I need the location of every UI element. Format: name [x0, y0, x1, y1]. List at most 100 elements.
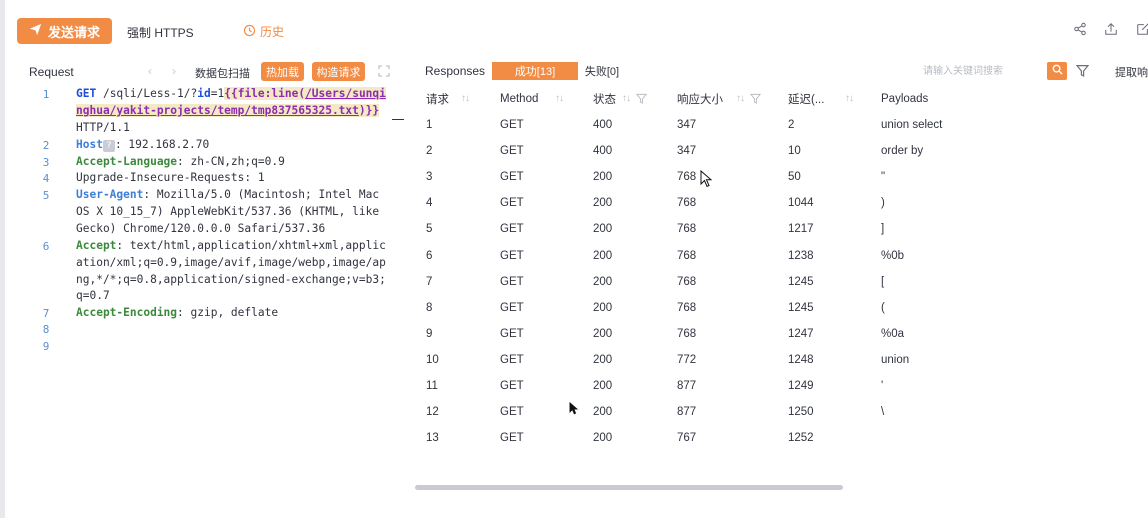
header-line: Upgrade-Insecure-Requests: 1 [76, 171, 265, 184]
table-row[interactable]: 5 GET 200 768 1217] [415, 216, 1070, 242]
cell-index: 6 [426, 249, 433, 262]
cell-status: 200 [593, 406, 613, 419]
upload-icon[interactable] [1104, 22, 1118, 36]
cell-status: 200 [593, 379, 613, 392]
line-number: 8 [42, 323, 50, 336]
sort-icon[interactable]: ↑↓ [461, 93, 470, 104]
header-value: : 192.168.2.70 [114, 138, 210, 151]
edit-icon[interactable] [1136, 22, 1148, 36]
cell-status: 200 [593, 197, 613, 210]
cell-size: 768 [677, 223, 697, 236]
line-number: 6 [42, 240, 50, 253]
table-row[interactable]: 9 GET 200 768 1247 %0a [415, 321, 1070, 347]
cell-method: GET [500, 353, 524, 366]
send-request-button[interactable]: 发送请求 [17, 18, 112, 44]
sort-icon[interactable]: ↑↓ [622, 93, 631, 104]
extract-response-button[interactable]: 提取响应 [1115, 64, 1148, 80]
sort-icon[interactable]: ↑↓ [736, 93, 745, 104]
cell-status: 200 [593, 223, 613, 236]
force-https-toggle[interactable]: 强制 HTTPS [127, 24, 194, 41]
column-header-payloads[interactable]: Payloads [870, 86, 1070, 112]
cell-status: 200 [593, 249, 613, 262]
cell-payload: ( [881, 301, 885, 314]
send-icon [29, 23, 42, 39]
column-header-size[interactable]: 响应大小 ↑↓ [666, 86, 777, 112]
search-input[interactable] [923, 62, 1047, 80]
cell-method: GET [500, 327, 524, 340]
column-label: 状态 [593, 94, 616, 106]
search-button[interactable] [1047, 62, 1067, 80]
panel-resize-handle[interactable] [392, 119, 404, 120]
construct-request-button[interactable]: 构造请求 [312, 62, 365, 81]
cell-method: GET [500, 301, 524, 314]
responses-panel-header: Responses 成功[13] 失败[0] 提取响应 [415, 60, 1148, 82]
responses-table: 请求 ↑↓ Method ↑↓ 状态 ↑↓ 响应大小 ↑↓ 延迟(... ↑↓ Paylo… [415, 86, 1070, 451]
cell-size: 768 [677, 301, 697, 314]
chevron-right-icon[interactable]: › [172, 64, 176, 78]
cell-payload: [ [881, 275, 885, 288]
cell-method: GET [500, 275, 524, 288]
cell-status: 200 [593, 353, 613, 366]
sort-icon[interactable]: ↑↓ [845, 93, 854, 104]
horizontal-scrollbar[interactable] [415, 485, 843, 490]
table-row[interactable]: 4 GET 200 768 1044) [415, 190, 1070, 216]
code-line-3: Accept-Language: zh-CN,zh;q=0.9 [76, 154, 386, 171]
cell-status: 200 [593, 432, 613, 445]
table-row[interactable]: 12 GET 200 877 1250 \ [415, 399, 1070, 425]
funnel-icon[interactable] [635, 93, 648, 104]
expand-icon[interactable] [378, 65, 390, 77]
cell-size: 877 [677, 379, 697, 392]
code-line-7: Accept-Encoding: gzip, deflate [76, 305, 386, 322]
help-badge[interactable]: ? [102, 140, 115, 152]
cell-method: GET [500, 119, 524, 132]
funnel-icon[interactable] [749, 93, 762, 104]
table-row[interactable]: 13 GET 200 767 1252 [415, 425, 1070, 451]
table-row[interactable]: 11 GET 200 877 1249 ' [415, 373, 1070, 399]
cell-delay: 50 [788, 171, 801, 184]
header-key: Host [76, 138, 103, 151]
responses-title: Responses [425, 64, 486, 78]
code-line-5: User-Agent: Mozilla/5.0 (Macintosh; Inte… [76, 187, 386, 237]
cell-index: 9 [426, 327, 433, 340]
table-row[interactable]: 2 GET 400 347 10 order by [415, 138, 1070, 164]
tab-success[interactable]: 成功[13] [492, 62, 578, 80]
line-number: 4 [42, 172, 50, 185]
sort-icon[interactable]: ↑↓ [555, 93, 564, 104]
cell-index: 2 [426, 145, 433, 158]
code-line-4: Upgrade-Insecure-Requests: 1 [76, 170, 386, 187]
history-label: 历史 [260, 25, 285, 39]
hot-load-button[interactable]: 热加载 [261, 62, 304, 81]
line-number: 5 [42, 189, 50, 202]
share-icon[interactable] [1073, 22, 1087, 36]
cell-payload: ' [881, 379, 884, 392]
cell-payload [870, 425, 1070, 451]
chevron-left-icon[interactable]: ‹ [148, 64, 152, 78]
cell-index: 3 [426, 171, 433, 184]
table-row[interactable]: 1 GET 400 347 2 union select [415, 112, 1070, 138]
cell-payload: %0b [881, 249, 905, 262]
cell-delay: 10 [788, 145, 801, 158]
column-header-status[interactable]: 状态 ↑↓ [582, 86, 666, 112]
cell-size: 768 [677, 197, 697, 210]
filter-icon[interactable] [1075, 64, 1090, 77]
cell-size: 768 [677, 327, 697, 340]
column-header-index[interactable]: 请求 ↑↓ [415, 86, 489, 112]
fuzz-tag-open: {{file:line( [224, 87, 306, 100]
request-editor[interactable]: 1 2 3 4 5 6 7 8 9 GET /sqli/Less-1/?id=1… [0, 86, 400, 356]
cell-method: GET [500, 249, 524, 262]
line-number: 1 [42, 88, 50, 101]
table-row[interactable]: 10 GET 200 772 1248 union [415, 347, 1070, 373]
table-row[interactable]: 3 GET 200 768 50 " [415, 164, 1070, 190]
column-header-method[interactable]: Method ↑↓ [489, 86, 582, 112]
column-label: Payloads [881, 93, 929, 105]
table-row[interactable]: 6 GET 200 768 1238 %0b [415, 242, 1070, 268]
send-request-label: 发送请求 [47, 24, 100, 40]
tab-fail[interactable]: 失败[0] [577, 62, 627, 80]
packet-scan-button[interactable]: 数据包扫描 [195, 65, 250, 81]
table-row[interactable]: 7 GET 200 768 1245 [ [415, 269, 1070, 295]
header-key: Accept [76, 239, 117, 252]
history-button[interactable]: 历史 [243, 23, 284, 40]
table-row[interactable]: 8 GET 200 768 1245 ( [415, 295, 1070, 321]
cell-method: GET [500, 432, 524, 445]
column-header-delay[interactable]: 延迟(... ↑↓ [777, 86, 870, 112]
